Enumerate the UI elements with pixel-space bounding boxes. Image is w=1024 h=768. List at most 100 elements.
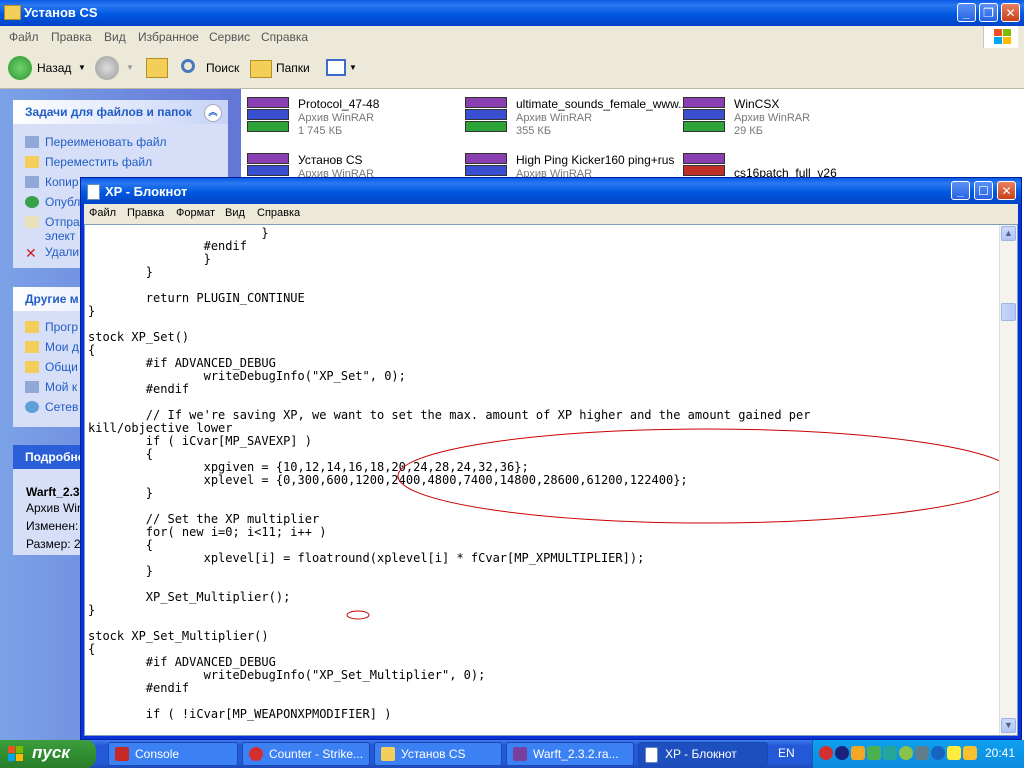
messenger-icon[interactable] [899, 746, 913, 760]
folder-icon [381, 747, 395, 761]
details-size: Размер: 2, [26, 537, 84, 551]
taskbar-item-explorer[interactable]: Установ CS [374, 742, 502, 766]
file-tasks-header[interactable]: Задачи для файлов и папок ︽ [13, 100, 228, 124]
chevron-down-icon: ▼ [126, 63, 134, 72]
opera-tray-icon[interactable] [819, 746, 833, 760]
menu-view[interactable]: Вид [225, 207, 245, 219]
console-icon [115, 747, 129, 761]
publish-icon [25, 196, 39, 208]
windows-logo-icon [8, 746, 24, 762]
text-editor-area[interactable]: } #endif } } return PLUGIN_CONTINUE } st… [84, 224, 1018, 736]
system-tray: 20:41 [812, 740, 1024, 768]
maximize-button[interactable]: ☐ [974, 181, 993, 200]
collapse-icon[interactable]: ︽ [204, 104, 222, 122]
file-item[interactable]: Protocol_47-48 Архив WinRAR 1 745 КБ [241, 91, 451, 139]
task-move[interactable]: Переместить файл [25, 155, 152, 169]
taskbar-item-winrar[interactable]: Warft_2.3.2.ra... [506, 742, 634, 766]
vertical-scrollbar[interactable]: ▲ ▼ [999, 225, 1017, 735]
forward-arrow-icon [95, 56, 119, 80]
menu-view[interactable]: Вид [104, 30, 126, 44]
place-network[interactable]: Сетев [25, 400, 78, 414]
taskbar-item-counter-strike[interactable]: Counter - Strike... [242, 742, 370, 766]
task-email[interactable]: Отпра [25, 215, 80, 229]
place-my-computer[interactable]: Мой к [25, 380, 77, 394]
back-button[interactable]: Назад ▼ [8, 55, 88, 81]
network-tray-icon[interactable] [867, 746, 881, 760]
menu-tools[interactable]: Сервис [209, 30, 250, 44]
winrar-archive-icon [247, 97, 289, 133]
opera-icon [249, 747, 263, 761]
notepad-title: XP - Блокнот [105, 184, 188, 199]
scroll-up-button[interactable]: ▲ [1001, 226, 1016, 241]
sound-icon[interactable] [851, 746, 865, 760]
menu-edit[interactable]: Правка [127, 207, 164, 219]
minimize-button[interactable]: _ [951, 181, 970, 200]
search-label: Поиск [206, 61, 240, 75]
place-my-documents[interactable]: Мои д [25, 340, 79, 354]
media-icon[interactable] [915, 746, 929, 760]
views-icon [326, 59, 346, 76]
folder-icon [25, 321, 39, 333]
file-item[interactable]: WinCSX Архив WinRAR 29 КБ [677, 91, 887, 139]
minimize-button[interactable]: _ [957, 3, 976, 22]
start-button[interactable]: пуск [0, 740, 96, 768]
close-button[interactable]: ✕ [1001, 3, 1020, 22]
menu-favorites[interactable]: Избранное [138, 30, 199, 44]
notepad-icon [645, 747, 658, 763]
folder-icon [25, 341, 39, 353]
move-icon [25, 156, 39, 168]
back-label: Назад [37, 61, 72, 75]
up-folder-button[interactable] [144, 55, 170, 81]
forward-button[interactable]: ▼ [95, 55, 135, 81]
start-label: пуск [32, 743, 70, 762]
folders-button[interactable]: Папки [250, 55, 314, 81]
menu-help[interactable]: Справка [257, 207, 300, 219]
language-indicator[interactable]: EN [778, 746, 795, 760]
file-item[interactable]: ultimate_sounds_female_www.... Архив Win… [459, 91, 691, 139]
computer-icon [25, 381, 39, 393]
task-rename[interactable]: Переименовать файл [25, 135, 167, 149]
notepad-title-bar[interactable]: XP - Блокнот _ ☐ ✕ [81, 178, 1021, 204]
clock: 20:41 [985, 746, 1016, 760]
views-button[interactable]: ▼ [324, 55, 358, 81]
folder-tray-icon[interactable] [963, 746, 977, 760]
search-button[interactable]: Поиск [179, 55, 241, 81]
menu-file[interactable]: Файл [89, 207, 116, 219]
taskbar-item-notepad[interactable]: XP - Блокнот [638, 742, 768, 766]
winrar-icon [513, 747, 527, 761]
explorer-title: Установ CS [24, 5, 98, 20]
task-copy[interactable]: Копир [25, 175, 79, 189]
maximize-button[interactable]: ❐ [979, 3, 998, 22]
up-folder-icon [146, 58, 168, 78]
delete-icon: ✕ [25, 245, 37, 261]
explorer-title-bar[interactable]: Установ CS _ ❐ ✕ [0, 0, 1024, 26]
highlight-ellipse [397, 428, 1000, 524]
notepad-icon [87, 184, 100, 200]
close-button[interactable]: ✕ [997, 181, 1016, 200]
menu-edit[interactable]: Правка [51, 30, 92, 44]
folder-icon [4, 5, 21, 20]
keyboard-icon[interactable] [947, 746, 961, 760]
taskbar-item-console[interactable]: Console [108, 742, 238, 766]
scroll-down-button[interactable]: ▼ [1001, 718, 1016, 733]
explorer-toolbar: Назад ▼ ▼ Поиск Папки ▼ [0, 48, 1024, 89]
task-delete[interactable]: ✕ Удали [25, 245, 79, 261]
menu-format[interactable]: Формат [176, 207, 215, 219]
update-icon[interactable] [883, 746, 897, 760]
task-publish[interactable]: Опубл [25, 195, 80, 209]
antivirus-icon[interactable] [835, 746, 849, 760]
winrar-archive-icon [465, 97, 507, 133]
menu-file[interactable]: Файл [9, 30, 39, 44]
folders-icon [250, 60, 272, 78]
folders-label: Папки [276, 61, 310, 75]
place-shared[interactable]: Общи [25, 360, 78, 374]
windows-logo-icon [983, 26, 1018, 48]
winrar-archive-icon [683, 97, 725, 133]
menu-help[interactable]: Справка [261, 30, 308, 44]
steam-icon[interactable] [931, 746, 945, 760]
task-email-line2[interactable]: элект [45, 229, 75, 243]
place-programs[interactable]: Прогр [25, 320, 78, 334]
scroll-thumb[interactable] [1001, 303, 1016, 321]
taskbar: пуск Console Counter - Strike... Установ… [0, 740, 1024, 768]
notepad-menu-bar: Файл Правка Формат Вид Справка [84, 204, 1018, 224]
